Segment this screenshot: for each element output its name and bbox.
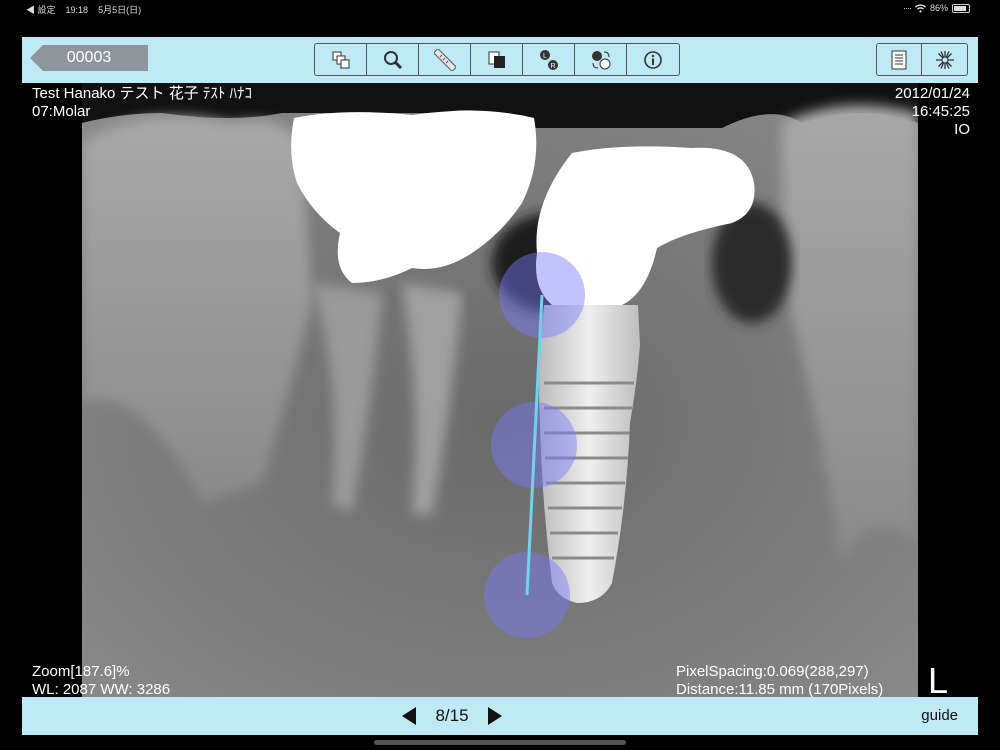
guide-button[interactable]: guide — [921, 707, 958, 724]
rotate-tool-button[interactable] — [575, 44, 627, 75]
zoom-level: Zoom[187.6]% — [32, 663, 130, 680]
svg-text:L: L — [543, 53, 547, 60]
battery-icon — [952, 3, 970, 13]
svg-text:R: R — [550, 63, 555, 70]
left-right-flip-icon: LR — [539, 49, 558, 70]
info-tool-button[interactable] — [627, 44, 679, 75]
previous-arrow-icon[interactable] — [402, 707, 416, 725]
layout-tool-button[interactable] — [315, 44, 367, 75]
contrast-icon — [488, 51, 505, 68]
battery-fill — [954, 5, 967, 11]
back-button[interactable]: 00003 — [30, 45, 148, 71]
pixel-spacing: PixelSpacing:0.069(288,297) — [676, 663, 869, 680]
back-to-app-link[interactable]: ◀ 設定 — [26, 5, 56, 15]
bottom-bar: 8/15 guide — [22, 697, 978, 735]
modality: IO — [954, 121, 970, 138]
wifi-icon — [914, 3, 926, 12]
flip-tool-button[interactable]: LR — [523, 44, 575, 75]
status-right: ···· 86% — [903, 3, 970, 13]
report-button[interactable] — [877, 44, 922, 75]
status-date: 5月5日(日) — [98, 5, 142, 15]
rotate-icon — [591, 50, 610, 69]
tooth-label: 07:Molar — [32, 103, 91, 120]
zoom-tool-button[interactable] — [367, 44, 419, 75]
measure-tool-button[interactable] — [419, 44, 471, 75]
page-indicator: 8/15 — [435, 706, 469, 725]
signal-dots-icon: ···· — [902, 3, 912, 13]
info-icon — [644, 50, 662, 69]
window-level-tool-button[interactable] — [471, 44, 523, 75]
magnifier-icon — [383, 50, 402, 69]
status-time: 19:18 — [65, 5, 89, 15]
status-left: ◀ 設定 19:18 5月5日(日) — [26, 3, 141, 16]
side-marker: L — [928, 660, 949, 701]
next-arrow-icon[interactable] — [488, 707, 502, 725]
list-document-icon — [891, 50, 907, 69]
ruler-icon — [433, 48, 456, 71]
settings-button[interactable] — [922, 44, 967, 75]
back-button-label: 00003 — [66, 49, 112, 66]
top-toolbar: 00003 LR — [22, 37, 978, 83]
tool-group: LR — [314, 43, 680, 76]
home-indicator[interactable] — [374, 740, 626, 745]
xray-image[interactable] — [82, 83, 918, 697]
multi-window-icon — [332, 51, 349, 68]
pager: 8/15 — [402, 706, 502, 726]
right-tool-group — [876, 43, 968, 76]
patient-name: Test Hanako テスト 花子 ﾃｽﾄ ﾊﾅｺ — [32, 85, 253, 102]
study-date: 2012/01/24 — [894, 85, 970, 102]
study-time: 16:45:25 — [911, 103, 970, 120]
dial-icon — [935, 50, 954, 69]
battery-percent: 86% — [929, 3, 948, 13]
status-bar: ◀ 設定 19:18 5月5日(日) ···· 86% — [0, 0, 1000, 16]
